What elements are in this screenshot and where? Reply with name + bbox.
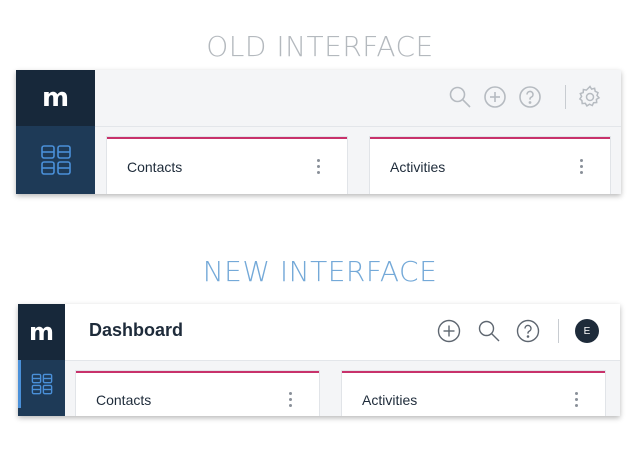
card-title: Contacts [96,392,152,408]
new-dashboard-nav-button[interactable] [18,360,65,408]
help-icon[interactable] [515,318,541,344]
add-icon[interactable] [436,318,462,344]
new-logo[interactable]: m [18,304,65,360]
help-icon[interactable] [517,84,543,110]
old-sidebar: m [16,70,95,194]
more-options-icon[interactable] [317,159,321,174]
activities-card[interactable]: Activities [342,371,605,416]
add-icon[interactable] [482,84,508,110]
toolbar-divider [565,85,566,109]
more-options-icon[interactable] [575,392,579,407]
activities-card[interactable]: Activities [370,137,610,194]
new-interface-screen: m Dashboard E Contacts Activities [18,304,620,416]
more-options-icon[interactable] [580,159,584,174]
search-icon[interactable] [476,318,502,344]
new-interface-heading: NEW INTERFACE [202,255,438,288]
page-title: Dashboard [89,320,184,340]
new-top-bar: Dashboard E [65,304,620,361]
old-dashboard-nav-button[interactable] [16,126,95,194]
settings-icon[interactable] [577,84,603,110]
old-logo[interactable]: m [16,70,95,126]
user-avatar[interactable]: E [575,319,599,343]
contacts-card[interactable]: Contacts [107,137,347,194]
contacts-card[interactable]: Contacts [76,371,319,416]
card-title: Activities [390,159,446,175]
card-title: Activities [362,392,418,408]
new-sidebar: m [18,304,65,416]
card-title: Contacts [127,159,183,175]
more-options-icon[interactable] [289,392,293,407]
dashboard-icon [31,373,52,395]
search-icon[interactable] [447,84,473,110]
old-interface-heading: OLD INTERFACE [206,30,434,63]
toolbar-divider [558,319,559,343]
dashboard-icon [40,145,71,175]
old-top-bar [95,70,621,127]
old-interface-screen: m Contacts Activities [16,70,621,194]
